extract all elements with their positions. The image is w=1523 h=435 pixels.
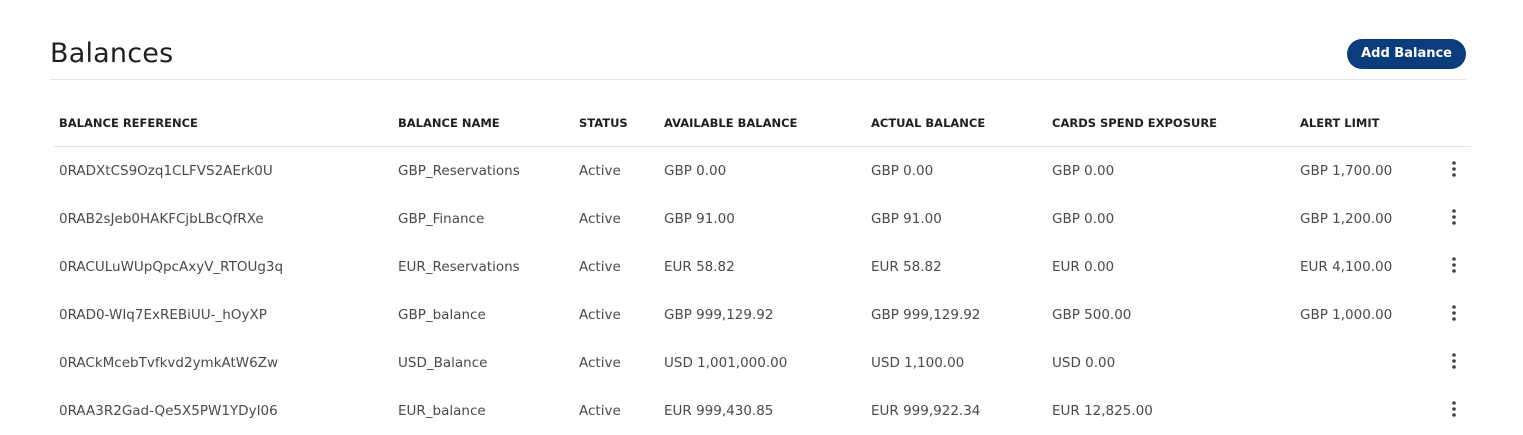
more-vertical-icon[interactable] <box>1444 255 1464 275</box>
status-cell: Active <box>579 403 621 419</box>
table-row[interactable]: 0RAA3R2Gad-Qe5X5PW1YDyI06 EUR_balance Acti… <box>54 387 1471 435</box>
balance-reference-cell: 0RACkMcebTvfkvd2ymkAtW6Zw <box>59 355 279 371</box>
more-vertical-icon[interactable] <box>1444 303 1464 323</box>
balance-reference-cell: 0RAB2sJeb0HAKFCjbLBcQfRXe <box>59 211 264 227</box>
balance-name-cell: EUR_Reservations <box>398 259 520 275</box>
status-cell: Active <box>579 355 621 371</box>
balance-reference-cell: 0RADXtCS9Ozq1CLFVS2AErk0U <box>59 163 273 179</box>
available-balance-cell: USD 1,001,000.00 <box>664 355 788 371</box>
more-vertical-icon[interactable] <box>1444 207 1464 227</box>
actual-balance-cell: GBP 91.00 <box>871 211 942 227</box>
more-vertical-icon[interactable] <box>1444 399 1464 419</box>
cards-spend-exposure-cell: EUR 0.00 <box>1052 259 1115 275</box>
status-cell: Active <box>579 259 621 275</box>
more-vertical-icon[interactable] <box>1444 159 1464 179</box>
balance-reference-cell: 0RAA3R2Gad-Qe5X5PW1YDyI06 <box>59 403 278 419</box>
balance-reference-cell: 0RACULuWUpQpcAxyV_RTOUg3q <box>59 259 284 275</box>
alert-limit-cell: GBP 1,700.00 <box>1300 163 1393 179</box>
available-balance-cell: EUR 58.82 <box>664 259 735 275</box>
cards-spend-exposure-cell: USD 0.00 <box>1052 355 1116 371</box>
column-header-alert-limit[interactable]: ALERT LIMIT <box>1295 100 1431 147</box>
status-cell: Active <box>579 307 621 323</box>
cards-spend-exposure-cell: EUR 12,825.00 <box>1052 403 1153 419</box>
row-actions-cell <box>1431 147 1471 196</box>
column-header-cards-spend-exposure[interactable]: CARDS SPEND EXPOSURE <box>1047 100 1295 147</box>
actual-balance-cell: GBP 0.00 <box>871 163 934 179</box>
balance-name-cell: GBP_balance <box>398 307 486 323</box>
available-balance-cell: GBP 999,129.92 <box>664 307 774 323</box>
column-header-available-balance[interactable]: AVAILABLE BALANCE <box>659 100 866 147</box>
balance-name-cell: USD_Balance <box>398 355 488 371</box>
actual-balance-cell: EUR 58.82 <box>871 259 942 275</box>
balance-name-cell: GBP_Reservations <box>398 163 520 179</box>
available-balance-cell: GBP 0.00 <box>664 163 727 179</box>
alert-limit-cell <box>1295 339 1431 387</box>
row-actions-cell <box>1431 339 1471 387</box>
actual-balance-cell: EUR 999,922.34 <box>871 403 981 419</box>
alert-limit-cell: GBP 1,000.00 <box>1300 307 1393 323</box>
balance-name-cell: GBP_Finance <box>398 211 485 227</box>
column-header-actions <box>1431 100 1471 147</box>
table-row[interactable]: 0RACULuWUpQpcAxyV_RTOUg3q EUR_Reservation… <box>54 243 1471 291</box>
add-balance-button[interactable]: Add Balance <box>1347 39 1466 69</box>
table-header-row: BALANCE REFERENCE BALANCE NAME STATUS AV… <box>54 100 1471 147</box>
row-actions-cell <box>1431 387 1471 435</box>
page-header: Balances Add Balance <box>50 28 1466 80</box>
table-row[interactable]: 0RAB2sJeb0HAKFCjbLBcQfRXe GBP_Finance Acti… <box>54 195 1471 243</box>
column-header-actual-balance[interactable]: ACTUAL BALANCE <box>866 100 1047 147</box>
available-balance-cell: GBP 91.00 <box>664 211 735 227</box>
balance-name-cell: EUR_balance <box>398 403 486 419</box>
actual-balance-cell: GBP 999,129.92 <box>871 307 981 323</box>
alert-limit-cell: GBP 1,200.00 <box>1300 211 1393 227</box>
column-header-status[interactable]: STATUS <box>574 100 659 147</box>
row-actions-cell <box>1431 195 1471 243</box>
alert-limit-cell: EUR 4,100.00 <box>1300 259 1393 275</box>
status-cell: Active <box>579 211 621 227</box>
row-actions-cell <box>1431 243 1471 291</box>
table-row[interactable]: 0RAD0-WIq7ExREBiUU-_hOyXP GBP_balance Acti… <box>54 291 1471 339</box>
cards-spend-exposure-cell: GBP 500.00 <box>1052 307 1132 323</box>
column-header-balance-name[interactable]: BALANCE NAME <box>393 100 574 147</box>
cards-spend-exposure-cell: GBP 0.00 <box>1052 211 1115 227</box>
page-title: Balances <box>50 38 174 69</box>
more-vertical-icon[interactable] <box>1444 351 1464 371</box>
alert-limit-cell <box>1295 387 1431 435</box>
actual-balance-cell: USD 1,100.00 <box>871 355 965 371</box>
balances-table: BALANCE REFERENCE BALANCE NAME STATUS AV… <box>54 100 1471 435</box>
status-cell: Active <box>579 163 621 179</box>
balance-reference-cell: 0RAD0-WIq7ExREBiUU-_hOyXP <box>59 307 267 323</box>
table-row[interactable]: 0RADXtCS9Ozq1CLFVS2AErk0U GBP_Reservation… <box>54 147 1471 196</box>
available-balance-cell: EUR 999,430.85 <box>664 403 774 419</box>
cards-spend-exposure-cell: GBP 0.00 <box>1052 163 1115 179</box>
column-header-balance-reference[interactable]: BALANCE REFERENCE <box>54 100 393 147</box>
row-actions-cell <box>1431 291 1471 339</box>
table-row[interactable]: 0RACkMcebTvfkvd2ymkAtW6Zw USD_Balance Acti… <box>54 339 1471 387</box>
